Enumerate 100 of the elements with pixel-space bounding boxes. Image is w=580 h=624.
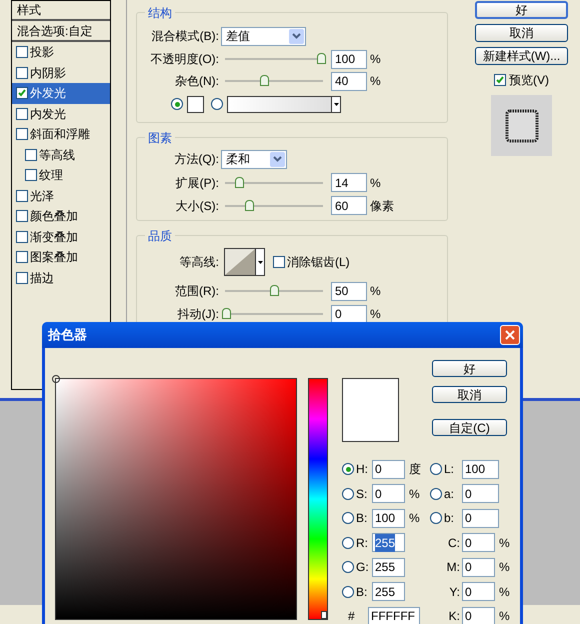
checkbox[interactable] [25,169,37,182]
input-field[interactable]: 0 [462,508,499,528]
button[interactable]: 好 [432,360,507,377]
button[interactable]: 取消 [432,386,507,403]
unit-label: % [370,174,381,192]
input-field[interactable]: 255 [372,558,405,577]
radio-button[interactable] [430,512,442,524]
input-field[interactable]: 0 [372,484,405,504]
field-label: G: [356,559,370,576]
input-field[interactable]: 14 [331,173,367,192]
list-item[interactable]: 投影 [12,42,110,62]
field-label: a: [444,486,456,503]
field-label: C: [448,534,460,552]
list-item[interactable]: 光泽 [12,186,110,206]
radio-button[interactable] [430,488,442,500]
radio-button[interactable] [342,561,354,574]
checkbox[interactable] [25,148,37,161]
slider-thumb[interactable] [244,200,254,210]
input-field[interactable]: FFFFFF [368,606,420,624]
slider-thumb[interactable] [260,75,269,86]
input-field[interactable]: 0 [372,460,405,479]
field-label: 混合模式(B): [152,28,219,45]
blend-mode-dropdown[interactable]: 差值 [221,26,306,46]
checkbox[interactable] [16,272,28,284]
unit-label: % [499,534,510,552]
button[interactable]: 好 [475,1,568,19]
hue-slider-thumb[interactable] [321,611,327,619]
input-field[interactable]: 40 [331,72,367,90]
checkbox[interactable] [16,66,28,79]
input-field[interactable]: 100 [331,50,367,68]
checkbox[interactable] [16,251,28,264]
input-field[interactable]: 0 [462,558,495,577]
radio-button[interactable] [342,586,354,598]
checkbox[interactable] [16,230,28,243]
list-item[interactable]: 纹理 [12,165,110,186]
input-field[interactable]: 0 [462,533,495,552]
button[interactable]: 取消 [475,24,568,42]
slider-thumb[interactable] [222,308,231,319]
field-label: 扩展(P): [176,174,219,192]
slider[interactable] [222,200,326,212]
input-field[interactable]: 0 [462,484,499,504]
slider-thumb[interactable] [235,176,244,188]
radio-button[interactable] [342,488,354,500]
hue-slider[interactable] [308,378,328,620]
list-item[interactable]: 斜面和浮雕 [12,124,110,144]
input-field[interactable]: 0 [462,606,495,624]
radio-button[interactable] [211,98,223,110]
list-item[interactable]: 描边 [12,268,110,288]
radio-button[interactable] [342,536,354,549]
slider[interactable] [222,176,326,188]
contour-picker[interactable] [224,248,265,276]
list-item[interactable]: 混合选项:自定 [17,22,92,40]
window-title: 拾色器 [46,326,87,344]
list-item[interactable]: 颜色叠加 [12,206,110,226]
input-field[interactable]: 60 [331,196,367,215]
checkbox[interactable] [494,74,506,86]
slider[interactable] [222,285,326,297]
contour-curve-icon [225,249,255,275]
input-field[interactable]: 100 [462,460,499,479]
technique-dropdown[interactable]: 柔和 [221,150,287,168]
field-label: K: [448,608,460,624]
slider[interactable] [222,53,326,65]
checkbox[interactable] [16,128,28,140]
list-item[interactable]: 等高线 [12,144,110,165]
input-field[interactable]: 255 [372,582,405,602]
checkbox-label: 预览(V) [509,72,549,89]
slider[interactable] [222,308,326,320]
unit-label: 度 [409,461,421,478]
color-swatch[interactable] [187,96,204,112]
radio-button[interactable] [171,98,183,110]
input-field[interactable]: 0 [331,304,367,324]
input-field[interactable]: 255 [372,533,405,552]
list-item[interactable]: 外发光 [12,83,110,104]
radio-button[interactable] [342,463,354,476]
checkbox[interactable] [16,87,28,100]
checkbox-label: 消除锯齿(L) [287,254,350,271]
list-item[interactable]: 图案叠加 [12,247,110,268]
button[interactable]: 自定(C) [432,419,507,436]
slider-thumb[interactable] [317,53,326,64]
color-marker[interactable] [52,375,60,383]
close-button[interactable] [500,325,520,345]
gradient-swatch[interactable] [227,96,341,112]
checkbox[interactable] [273,256,285,268]
list-item[interactable]: 内发光 [12,104,110,124]
slider-thumb[interactable] [270,285,278,296]
radio-button[interactable] [430,463,442,476]
checkbox[interactable] [16,190,28,202]
list-item[interactable]: 渐变叠加 [12,226,110,247]
unit-label: % [370,51,381,68]
checkbox[interactable] [16,46,28,58]
checkbox[interactable] [16,210,28,222]
input-field[interactable]: 50 [331,282,367,300]
button[interactable]: 新建样式(W)... [475,47,568,65]
input-field[interactable]: 0 [462,582,495,602]
radio-button[interactable] [342,512,354,524]
checkbox[interactable] [16,108,28,120]
list-item[interactable]: 内阴影 [12,62,110,83]
input-field[interactable]: 100 [372,508,405,528]
color-field[interactable] [55,378,297,620]
slider[interactable] [222,75,326,87]
